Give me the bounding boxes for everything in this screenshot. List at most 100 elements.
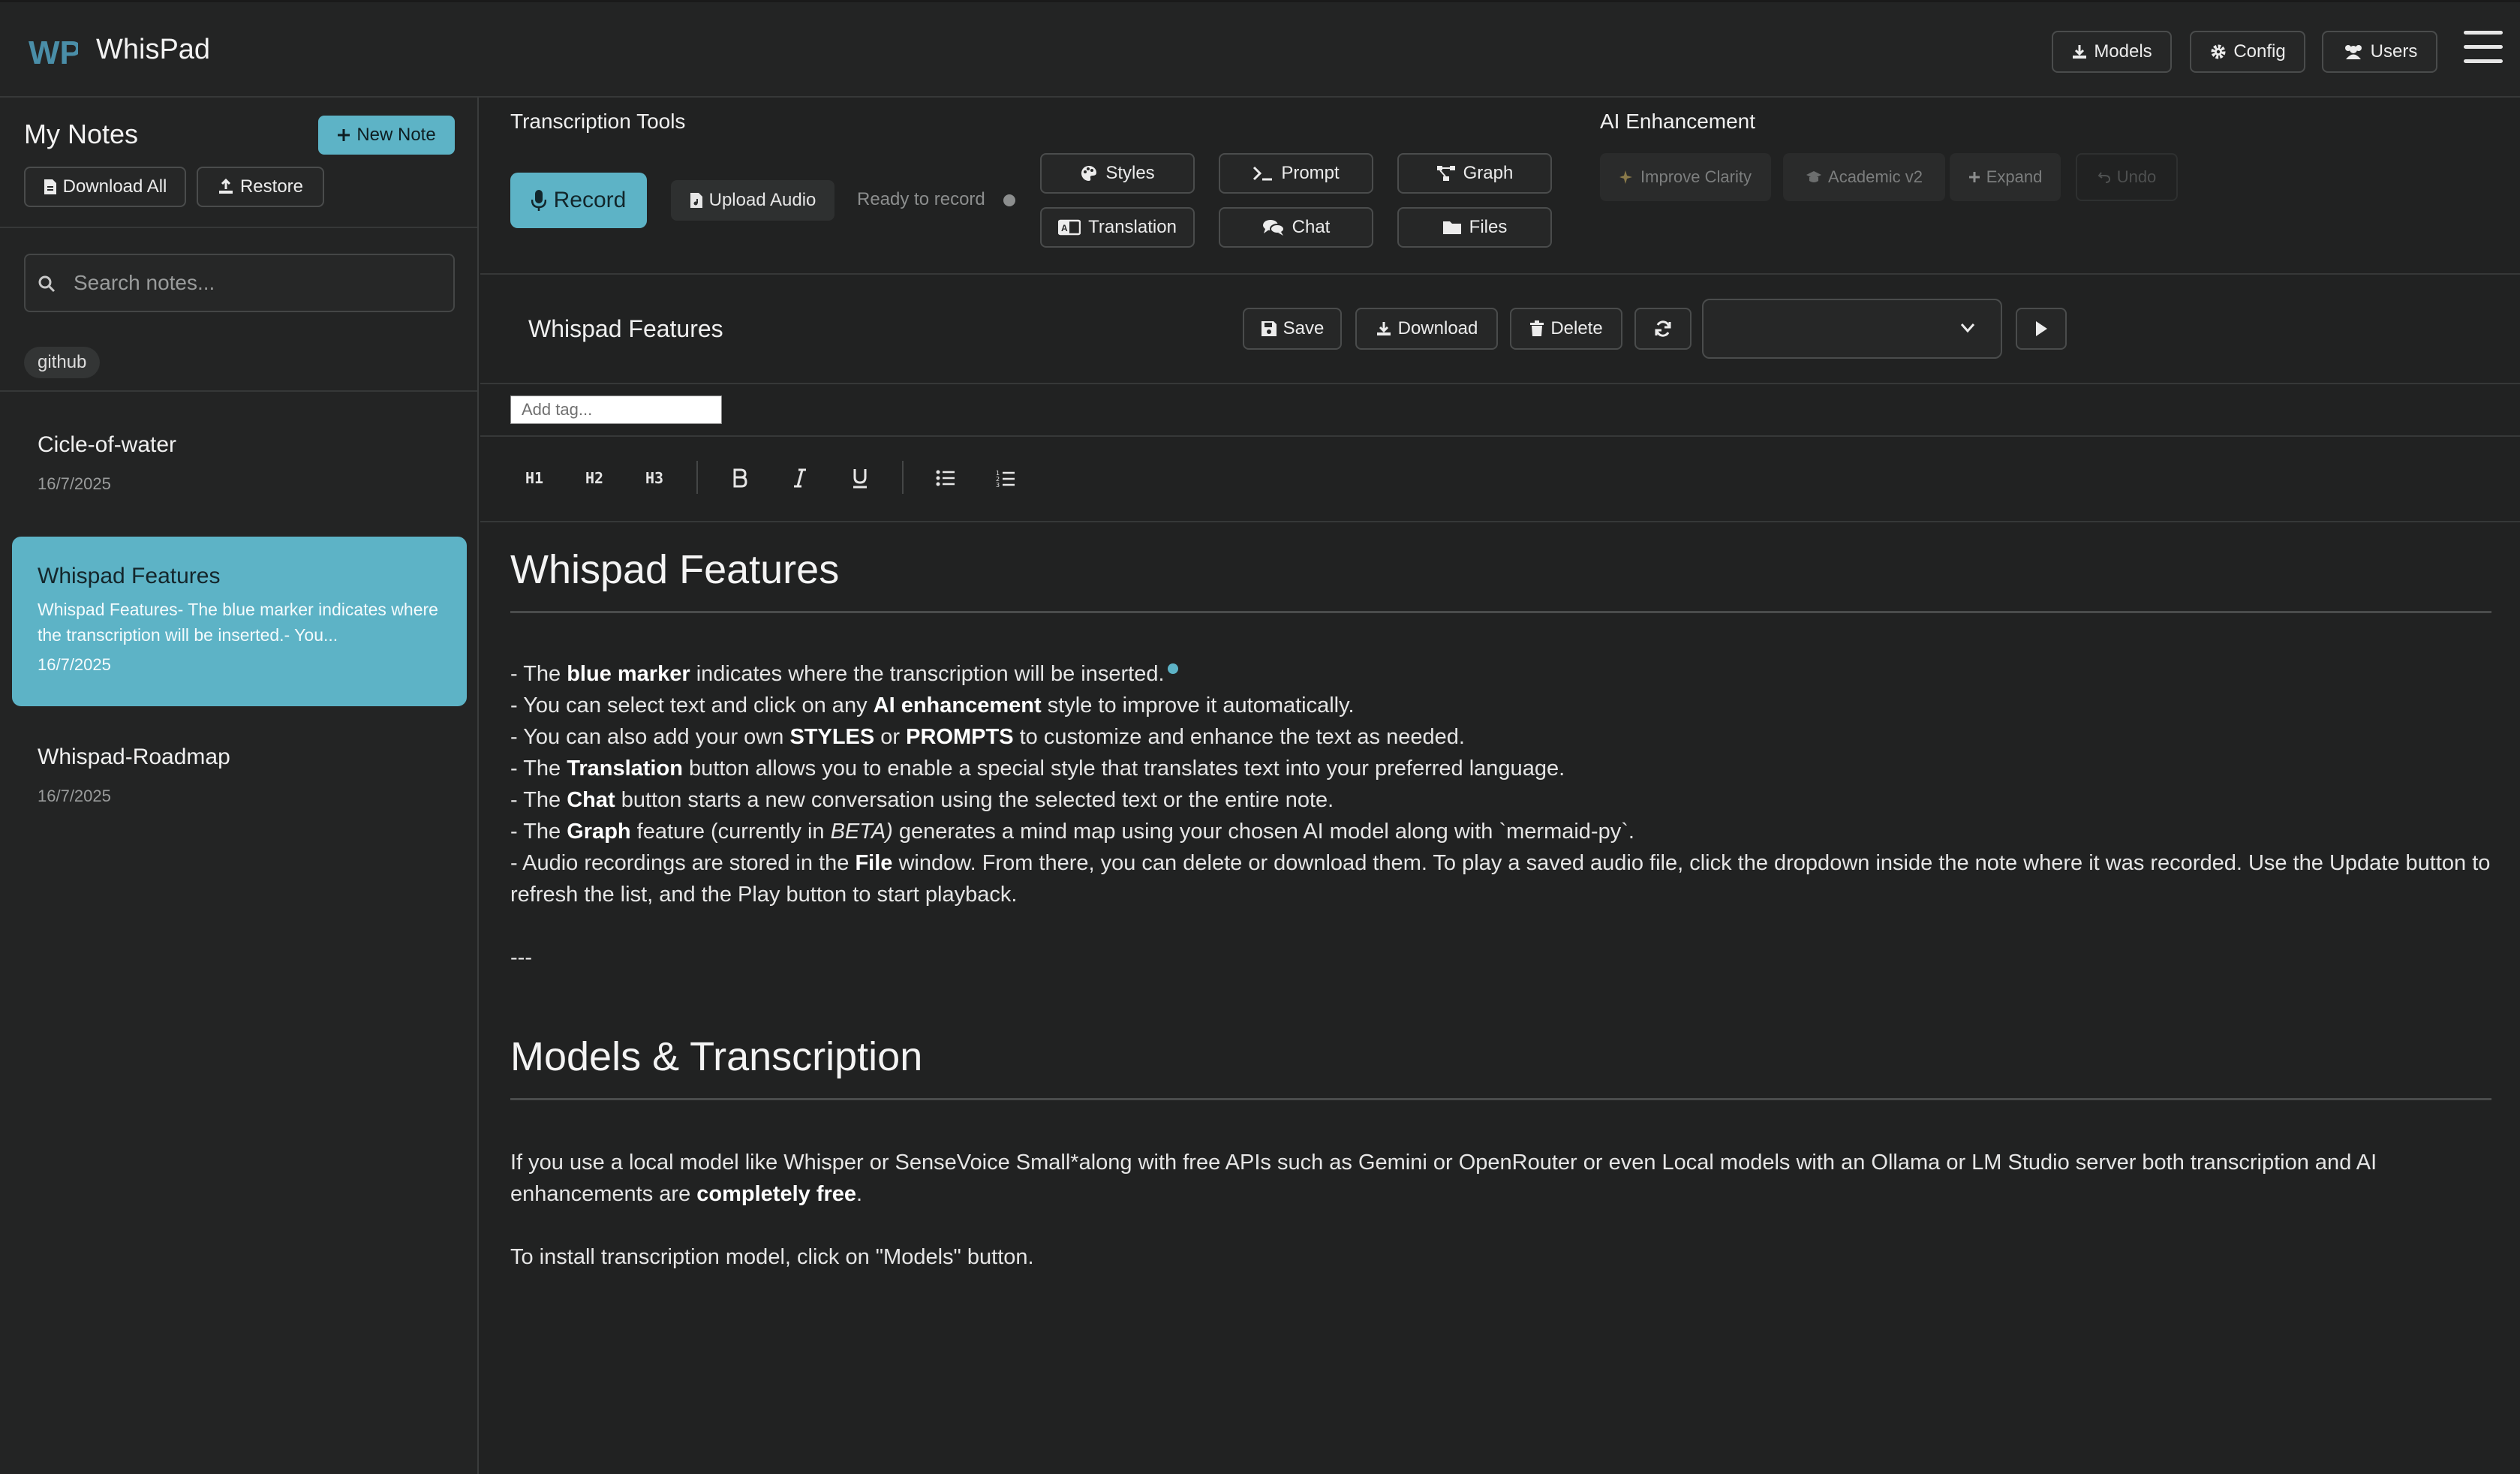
academic-v2-label: Academic v2 bbox=[1828, 167, 1923, 186]
record-label: Record bbox=[553, 188, 627, 212]
translation-button[interactable]: A Translation bbox=[1040, 207, 1195, 248]
models-label: Models bbox=[2094, 41, 2152, 62]
play-icon bbox=[2036, 321, 2047, 336]
text-run: to customize and enhance the text as nee… bbox=[1013, 725, 1465, 749]
bold-text: STYLES bbox=[789, 725, 875, 749]
delete-button[interactable]: Delete bbox=[1510, 308, 1622, 350]
text-run: - The bbox=[510, 757, 567, 781]
audio-recording-select[interactable] bbox=[1702, 299, 2002, 359]
trash-icon bbox=[1530, 320, 1544, 336]
italic-icon bbox=[794, 468, 806, 488]
toolbar-divider bbox=[480, 521, 2520, 522]
academic-v2-button[interactable]: Academic v2 bbox=[1783, 153, 1945, 201]
record-button[interactable]: Record bbox=[510, 173, 647, 228]
save-button[interactable]: Save bbox=[1243, 308, 1342, 350]
note-list-item-active[interactable]: Whispad Features Whispad Features- The b… bbox=[12, 537, 467, 706]
download-button[interactable]: Download bbox=[1355, 308, 1498, 350]
app-title: WhisPad bbox=[96, 34, 211, 65]
note-item-title: Whispad-Roadmap bbox=[38, 745, 230, 769]
search-box[interactable] bbox=[24, 254, 455, 312]
transcription-tools-title: Transcription Tools bbox=[510, 110, 686, 133]
underline-icon bbox=[853, 469, 867, 489]
note-list-item[interactable]: Cicle-of-water 16/7/2025 bbox=[12, 413, 467, 536]
heading3-button[interactable]: H3 bbox=[638, 459, 671, 497]
text-run: - The bbox=[510, 788, 567, 812]
text-run: feature (currently in bbox=[630, 820, 831, 844]
svg-text:WP: WP bbox=[29, 35, 78, 70]
play-button[interactable] bbox=[2016, 308, 2067, 350]
tag-filter-chip[interactable]: github bbox=[24, 347, 101, 378]
italic-button[interactable] bbox=[783, 459, 816, 497]
styles-button[interactable]: Styles bbox=[1040, 153, 1195, 194]
bold-text: Translation bbox=[567, 757, 683, 781]
bullet-list-button[interactable] bbox=[929, 459, 962, 497]
audio-file-icon bbox=[690, 193, 702, 208]
restore-label: Restore bbox=[239, 176, 304, 197]
download-all-button[interactable]: Download All bbox=[24, 167, 186, 207]
models-button[interactable]: Models bbox=[2052, 31, 2172, 73]
restore-button[interactable]: Restore bbox=[197, 167, 324, 207]
feature-list: - The blue marker indicates where the tr… bbox=[510, 658, 2491, 910]
users-button[interactable]: Users bbox=[2322, 31, 2437, 73]
underline-button[interactable] bbox=[844, 459, 877, 497]
sparkles-icon bbox=[1619, 170, 1633, 184]
new-note-button[interactable]: New Note bbox=[318, 116, 455, 155]
bold-text: File bbox=[855, 851, 893, 875]
text-run: - The bbox=[510, 662, 567, 686]
text-run: or bbox=[874, 725, 907, 749]
config-button[interactable]: Config bbox=[2190, 31, 2305, 73]
upload-audio-button[interactable]: Upload Audio bbox=[671, 180, 834, 221]
note-list-item[interactable]: Whispad-Roadmap 16/7/2025 bbox=[12, 720, 467, 844]
plus-icon bbox=[1968, 172, 1980, 182]
content-heading: Whispad Features bbox=[510, 547, 840, 592]
undo-icon bbox=[2097, 172, 2110, 183]
sidebar-divider bbox=[0, 227, 477, 228]
users-icon bbox=[2344, 45, 2362, 59]
language-icon: A bbox=[1058, 219, 1081, 236]
note-item-date: 16/7/2025 bbox=[38, 787, 111, 805]
undo-button[interactable]: Undo bbox=[2076, 153, 2178, 201]
download-all-label: Download All bbox=[62, 176, 167, 197]
bold-text: blue marker bbox=[567, 662, 690, 686]
refresh-icon bbox=[1655, 320, 1671, 337]
prompt-button[interactable]: Prompt bbox=[1219, 153, 1373, 194]
search-input[interactable] bbox=[74, 266, 441, 300]
bold-text: completely free bbox=[696, 1182, 857, 1206]
chat-button[interactable]: Chat bbox=[1219, 207, 1373, 248]
add-tag-input[interactable] bbox=[510, 396, 722, 424]
heading2-button[interactable]: H2 bbox=[578, 459, 611, 497]
record-status-dot bbox=[1003, 194, 1015, 206]
prompt-label: Prompt bbox=[1281, 163, 1340, 183]
comments-icon bbox=[1262, 220, 1285, 236]
note-title[interactable]: Whispad Features bbox=[528, 315, 723, 343]
save-label: Save bbox=[1283, 318, 1325, 338]
numbered-list-button[interactable]: 123 bbox=[989, 459, 1022, 497]
note-item-title: Whispad Features bbox=[38, 564, 221, 588]
text-run: generates a mind map using your chosen A… bbox=[892, 820, 1634, 844]
graph-button[interactable]: Graph bbox=[1397, 153, 1552, 194]
bullet-list-icon bbox=[936, 470, 955, 486]
text-run: . bbox=[856, 1182, 863, 1206]
files-button[interactable]: Files bbox=[1397, 207, 1552, 248]
expand-label: Expand bbox=[1986, 167, 2043, 186]
plus-icon bbox=[338, 129, 350, 141]
refresh-button[interactable] bbox=[1634, 308, 1692, 350]
download-icon bbox=[2073, 45, 2087, 59]
folder-icon bbox=[1442, 221, 1461, 234]
bold-button[interactable] bbox=[723, 459, 756, 497]
improve-clarity-button[interactable]: Improve Clarity bbox=[1600, 153, 1771, 201]
microphone-icon bbox=[531, 190, 546, 211]
heading1-button[interactable]: H1 bbox=[518, 459, 551, 497]
text-run: - The bbox=[510, 820, 567, 844]
expand-button[interactable]: Expand bbox=[1950, 153, 2061, 201]
hamburger-menu-icon[interactable] bbox=[2464, 31, 2504, 73]
numbered-list-icon: 123 bbox=[996, 470, 1015, 487]
feature-line: - You can select text and click on any A… bbox=[510, 690, 2491, 721]
upload-audio-label: Upload Audio bbox=[708, 190, 816, 210]
chevron-down-icon bbox=[1960, 323, 1975, 333]
note-editor[interactable]: Whispad Features - The blue marker indic… bbox=[510, 525, 2491, 1273]
svg-text:3: 3 bbox=[996, 482, 1000, 487]
bold-text: PROMPTS bbox=[906, 725, 1014, 749]
text-run: - You can select text and click on any bbox=[510, 693, 874, 717]
palette-icon bbox=[1081, 166, 1097, 181]
